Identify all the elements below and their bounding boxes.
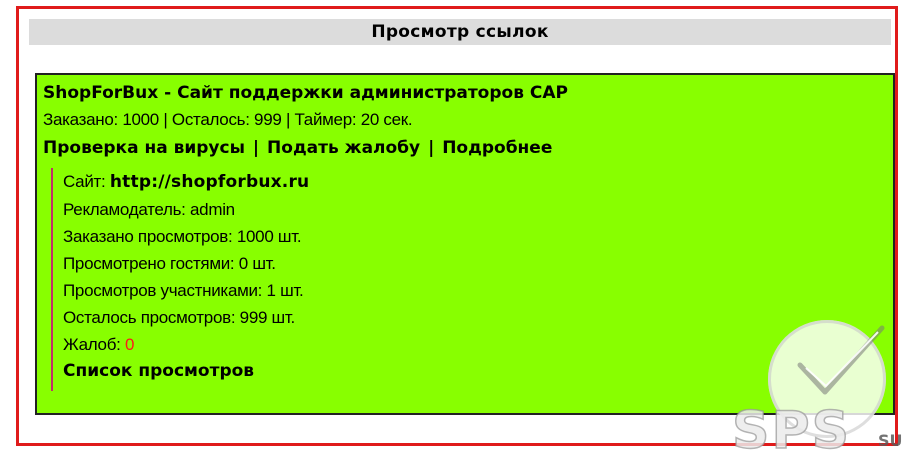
member-views-row: Просмотров участниками: 1 шт. bbox=[63, 281, 304, 300]
complaints-label: Жалоб: bbox=[63, 335, 121, 354]
ordered-views-row: Заказано просмотров: 1000 шт. bbox=[63, 227, 302, 246]
separator: | bbox=[428, 138, 435, 158]
watermark-logo: SPS SU bbox=[731, 400, 903, 458]
complaints-count: 0 bbox=[125, 335, 135, 354]
complaints-row: Жалоб: 0 bbox=[63, 331, 887, 358]
link-actions: Проверка на вирусы | Подать жалобу | Под… bbox=[43, 138, 887, 158]
panel-header: Просмотр ссылок bbox=[29, 19, 891, 45]
link-stats: Заказано: 1000 | Осталось: 999 | Таймер:… bbox=[43, 110, 413, 129]
panel-title: Просмотр ссылок bbox=[371, 22, 549, 42]
watermark-check-icon bbox=[797, 325, 885, 395]
site-row: Сайт: http://shopforbux.ru bbox=[63, 168, 887, 196]
link-details: Сайт: http://shopforbux.ru Рекламодатель… bbox=[51, 168, 887, 391]
watermark-logo-text: SPS bbox=[732, 401, 851, 458]
links-view-panel: Просмотр ссылок ShopForBux - Сайт поддер… bbox=[16, 6, 898, 446]
link-title: ShopForBux - Сайт поддержки администрато… bbox=[43, 83, 568, 103]
views-list-link[interactable]: Список просмотров bbox=[63, 361, 254, 381]
separator: | bbox=[252, 138, 260, 158]
remaining-views-row: Осталось просмотров: 999 шт. bbox=[63, 308, 295, 327]
site-url[interactable]: http://shopforbux.ru bbox=[110, 172, 309, 192]
watermark-suffix: SU bbox=[878, 431, 903, 450]
virus-check-link[interactable]: Проверка на вирусы bbox=[43, 138, 245, 158]
site-label: Сайт: bbox=[63, 172, 106, 191]
details-link[interactable]: Подробнее bbox=[442, 138, 552, 158]
complaint-link[interactable]: Подать жалобу bbox=[267, 138, 420, 158]
views-list-row: Список просмотров bbox=[63, 358, 887, 385]
advertiser-row: Рекламодатель: admin bbox=[63, 200, 235, 219]
link-card: ShopForBux - Сайт поддержки администрато… bbox=[35, 73, 895, 415]
guest-views-row: Просмотрено гостями: 0 шт. bbox=[63, 254, 276, 273]
